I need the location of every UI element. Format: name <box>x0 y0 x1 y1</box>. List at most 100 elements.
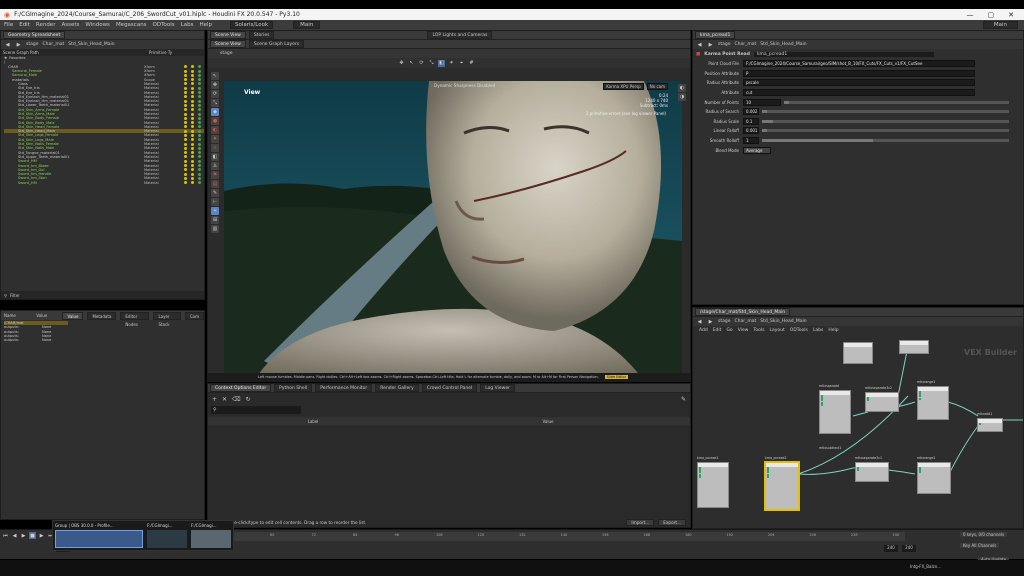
param-field[interactable]: F:/CGImagine_2024/Course_Samurai/geo/SIM… <box>743 60 975 68</box>
header-scene-graph-path[interactable]: Scene Graph Path <box>3 50 149 55</box>
header-label[interactable]: Label <box>208 419 418 424</box>
tab-layer-stack[interactable]: Layer Stack <box>153 311 181 327</box>
node-name-field[interactable]: kma_pcread1 <box>753 51 934 57</box>
snap-tool-icon[interactable]: ⌖ <box>211 207 219 215</box>
move-tool-icon[interactable]: ✥ <box>211 81 219 89</box>
menu-file[interactable]: File <box>4 22 13 28</box>
taskbar-item-f2[interactable]: F:/CGImagi... <box>191 523 231 548</box>
visibility-toggles[interactable] <box>184 116 201 120</box>
visibility-toggles[interactable] <box>184 73 201 77</box>
frame-end-field-2[interactable]: 240 <box>902 545 916 552</box>
net-path-skin-head[interactable]: Std_Skin_Head_Main <box>760 319 806 324</box>
param-field[interactable]: 10 <box>743 98 781 106</box>
blend-mode-select[interactable]: Average <box>743 146 771 154</box>
path-skin-head[interactable]: Std_Skin_Head_Main <box>68 42 114 47</box>
play-icon[interactable]: ▶ <box>20 532 27 539</box>
menu-edit[interactable]: Edit <box>19 22 30 28</box>
node-mtlxseparate3c2[interactable] <box>865 392 899 412</box>
flag-tool-icon[interactable]: ⚑ <box>211 171 219 179</box>
network-node[interactable] <box>843 342 873 364</box>
filter-label[interactable]: Filter <box>10 293 20 298</box>
viewport-path-stage[interactable]: stage <box>220 51 233 56</box>
visibility-toggles[interactable] <box>184 176 201 180</box>
visibility-toggles[interactable] <box>184 69 201 73</box>
tab-python-shell[interactable]: Python Shell <box>274 384 313 392</box>
edit-tool-icon[interactable]: ✎ <box>211 189 219 197</box>
rotate-tool-icon[interactable]: ⟳ <box>418 60 425 67</box>
pan-tool-icon[interactable]: ✥ <box>398 60 405 67</box>
tab-com[interactable]: Com <box>184 311 205 320</box>
visibility-toggles[interactable] <box>184 78 201 82</box>
param-slider[interactable] <box>784 100 1009 104</box>
import-button[interactable]: Import... <box>626 519 655 526</box>
render-view[interactable]: View Dynamic Sharpness Disabled Karma XP… <box>224 81 682 381</box>
visibility-toggles[interactable] <box>184 142 201 146</box>
right-desktop-dropdown[interactable]: Main <box>982 21 1018 29</box>
menu-help[interactable]: Help <box>199 22 212 28</box>
close-button[interactable]: ✕ <box>1008 11 1014 19</box>
tab-metadata[interactable]: Metadata <box>87 311 117 320</box>
light-tool-icon[interactable]: ✶ <box>211 135 219 143</box>
param-field[interactable]: 0.001 <box>743 127 759 135</box>
visibility-toggles[interactable] <box>184 108 201 112</box>
minimize-button[interactable]: — <box>967 11 974 19</box>
visibility-toggles[interactable] <box>184 99 201 103</box>
tab-editor-nodes[interactable]: Editor Nodes <box>120 311 150 327</box>
layout-tool-icon[interactable]: ▤ <box>211 180 219 188</box>
visibility-toggles[interactable] <box>184 82 201 86</box>
net-menu-tools[interactable]: Tools <box>753 328 764 333</box>
tab-log-viewer[interactable]: Log Viewer <box>480 384 515 392</box>
snap-icon[interactable]: ⌖ <box>458 60 465 67</box>
node-mtlxrange1[interactable] <box>917 386 949 420</box>
tab-crowd-control[interactable]: Crowd Control Panel <box>421 384 478 392</box>
tab-stories[interactable]: Stories <box>248 31 275 39</box>
tab-value[interactable]: Value <box>62 311 84 320</box>
refresh-icon[interactable]: ↻ <box>246 396 251 403</box>
forward-arrow-icon[interactable]: ▶ <box>15 41 22 48</box>
tab-lop-lights-cameras[interactable]: LOP Lights and Cameras <box>427 31 493 39</box>
display-options-icon[interactable]: ◐ <box>678 84 686 92</box>
tab-scene-graph-layers[interactable]: Scene Graph Layers <box>248 40 305 48</box>
net-menu-labs[interactable]: Labs <box>813 328 823 333</box>
menu-windows[interactable]: Windows <box>85 22 110 28</box>
visibility-toggles[interactable] <box>184 159 201 163</box>
path-char-mat[interactable]: Char_mat <box>43 42 65 47</box>
visibility-toggles[interactable] <box>184 65 201 69</box>
net-menu-edit[interactable]: Edit <box>713 328 722 333</box>
pose-tool-icon[interactable]: ♙ <box>211 162 219 170</box>
back-arrow-icon[interactable]: ◀ <box>696 41 703 48</box>
taskbar-item-obs[interactable]: Group | OBS 30.0.0 - Profile... <box>55 523 143 548</box>
camera-tool-icon[interactable]: ◧ <box>211 153 219 161</box>
menu-assets[interactable]: Assets <box>61 22 79 28</box>
taskbar-tray-label[interactable]: Intg-FX_Balzn... <box>910 564 941 569</box>
param-path-skin-head[interactable]: Std_Skin_Head_Main <box>760 42 806 47</box>
slide-editor-label[interactable]: Slide Editor <box>604 375 629 379</box>
shelf-set-dropdown[interactable]: Solaris/Look <box>230 21 274 29</box>
visibility-toggles[interactable] <box>184 103 201 107</box>
param-slider[interactable] <box>762 119 1009 123</box>
net-path-char-mat[interactable]: Char_mat <box>735 319 757 324</box>
node-kma-pcread2[interactable] <box>765 462 799 510</box>
visibility-toggles[interactable] <box>184 125 201 129</box>
misc-tool-icon[interactable]: ▥ <box>211 225 219 233</box>
tab-scene-view[interactable]: Scene View <box>210 31 246 39</box>
node-mtlxadd1[interactable] <box>977 418 1003 432</box>
menu-odtools[interactable]: ODTools <box>153 22 175 28</box>
rotate-tool-icon[interactable]: ⟳ <box>211 90 219 98</box>
net-menu-odtools[interactable]: ODTools <box>790 328 808 333</box>
tab-kma-pcread1[interactable]: kma_pcread1 <box>695 31 736 39</box>
visibility-toggles[interactable] <box>184 121 201 125</box>
visibility-toggles[interactable] <box>184 168 201 172</box>
attr-row[interactable]: outputs: None <box>4 338 68 342</box>
measure-tool-icon[interactable]: ⊢ <box>211 198 219 206</box>
param-slider[interactable] <box>762 129 1009 133</box>
select-tool-icon[interactable]: ↖ <box>211 72 219 80</box>
visibility-toggles[interactable] <box>184 129 201 133</box>
forward-arrow-icon[interactable]: ▶ <box>707 41 714 48</box>
visibility-toggles[interactable] <box>184 172 201 176</box>
scale-tool-icon[interactable]: ⤡ <box>428 60 435 67</box>
maximize-button[interactable]: ▢ <box>988 11 995 19</box>
scene-graph-row[interactable]: Sword_HM Material <box>4 181 204 185</box>
path-stage[interactable]: stage <box>26 42 39 47</box>
tab-performance-monitor[interactable]: Performance Monitor <box>315 384 373 392</box>
